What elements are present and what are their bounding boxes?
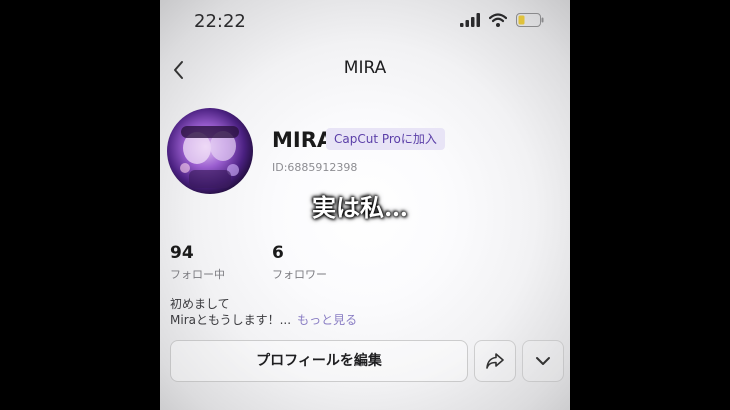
followers-count[interactable]: 6	[272, 243, 284, 263]
cellular-signal-icon	[460, 12, 480, 31]
status-time: 22:22	[194, 11, 246, 32]
status-icons	[460, 12, 544, 31]
video-caption: 実は私…	[312, 193, 408, 222]
see-more-link[interactable]: もっと見る	[297, 313, 357, 327]
edit-profile-button[interactable]: プロフィールを編集	[170, 340, 468, 382]
bio-line-1: 初めまして	[170, 297, 230, 311]
user-id: ID:6885912398	[272, 161, 358, 174]
bio-line-2: Miraともうします！... もっと見る	[170, 311, 357, 328]
wifi-icon	[488, 12, 508, 31]
following-count[interactable]: 94	[170, 243, 194, 263]
phone-screen: 22:22 MIRA MIRA CapCut Proに加入 ID:6885912…	[160, 0, 570, 410]
more-options-button[interactable]	[522, 340, 564, 382]
share-button[interactable]	[474, 340, 516, 382]
battery-icon	[516, 12, 544, 31]
share-arrow-icon	[486, 353, 504, 369]
following-label[interactable]: フォロー中	[170, 266, 225, 282]
capcut-pro-badge[interactable]: CapCut Proに加入	[326, 128, 445, 150]
nav-title: MIRA	[343, 58, 387, 78]
chevron-down-icon	[536, 357, 550, 365]
bio-line-2-text: Miraともうします！...	[170, 313, 292, 327]
avatar[interactable]	[167, 108, 253, 194]
username: MIRA	[272, 128, 334, 152]
followers-label[interactable]: フォロワー	[272, 266, 327, 282]
